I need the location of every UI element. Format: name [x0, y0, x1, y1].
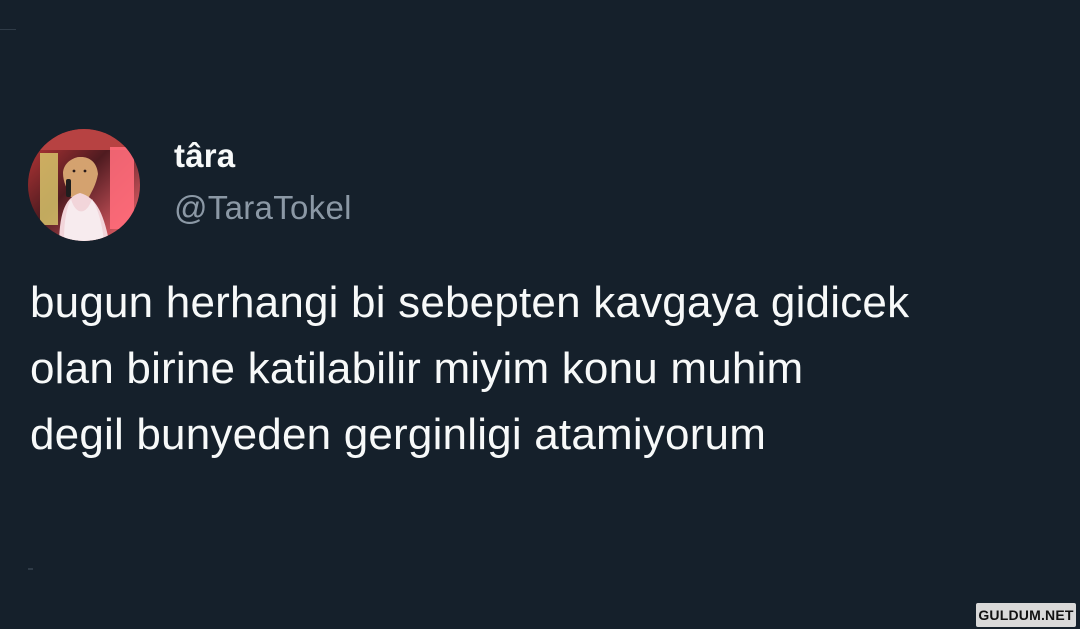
tweet-text-line-1: bugun herhangi bi sebepten kavgaya gidic… [30, 278, 910, 327]
profile-photo-icon [28, 129, 140, 241]
tweet-text-line-2: olan birine katilabilir miyim konu muhim [30, 344, 804, 393]
watermark: GULDUM.NET [976, 603, 1076, 627]
tweet-text-line-3: degil bunyeden gerginligi atamiyorum [30, 410, 767, 459]
display-name[interactable]: târa [174, 136, 235, 176]
user-handle[interactable]: @TaraTokel [174, 187, 352, 229]
avatar[interactable] [28, 129, 140, 241]
tweet-card: târa @TaraTokel bugun herhangi bi sebept… [0, 0, 1080, 629]
corner-divider [0, 29, 16, 30]
tweet-text: bugun herhangi bi sebepten kavgaya gidic… [30, 270, 1070, 468]
small-divider [28, 568, 33, 570]
